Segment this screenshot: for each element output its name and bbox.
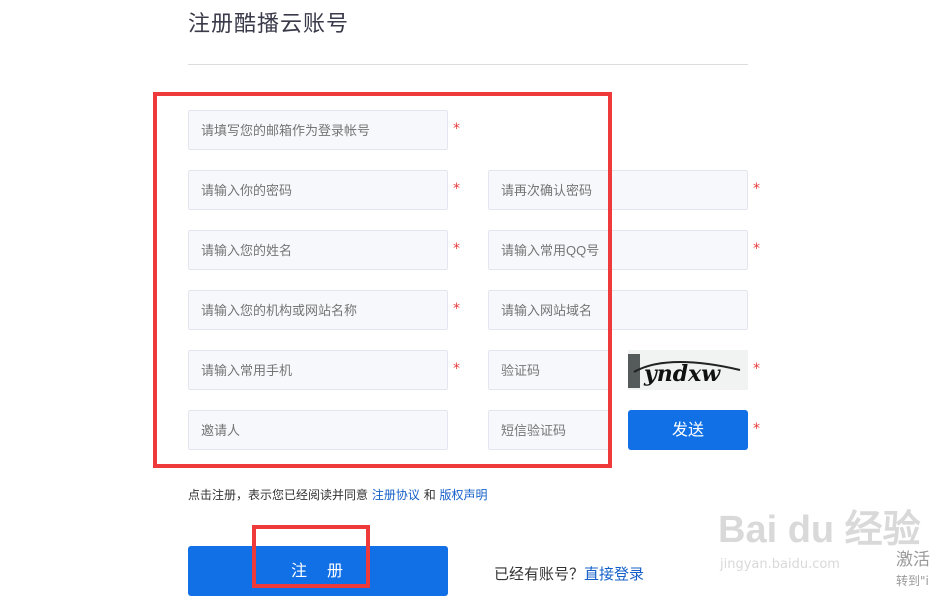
captcha-image[interactable]: yndxw <box>628 350 748 390</box>
activate-windows-line2: 转到"i <box>896 574 929 588</box>
required-mark: * <box>753 181 760 197</box>
copyright-link[interactable]: 版权声明 <box>440 488 488 502</box>
required-mark: * <box>753 421 760 437</box>
captcha-text: yndxw <box>643 361 721 387</box>
watermark-logo: Bai du 经验 <box>718 509 921 551</box>
agreement-and: 和 <box>423 488 436 502</box>
title-divider <box>188 64 748 65</box>
login-prompt: 已经有账号？直接登录 <box>494 563 644 584</box>
login-link[interactable]: 直接登录 <box>584 565 644 583</box>
activate-windows-line1: 激活 <box>896 550 930 570</box>
watermark-url: jingyan.baidu.com <box>720 557 840 572</box>
terms-link[interactable]: 注册协议 <box>372 488 420 502</box>
send-sms-button[interactable]: 发送 <box>628 410 748 450</box>
required-mark: * <box>753 241 760 257</box>
annotation-box-form <box>153 92 612 468</box>
login-prompt-text: 已经有账号？ <box>494 565 585 583</box>
required-mark: * <box>753 361 760 377</box>
annotation-box-register <box>252 525 370 588</box>
page-title: 注册酷播云账号 <box>188 12 350 37</box>
captcha-graphic: yndxw <box>628 350 748 390</box>
agreement-text: 点击注册，表示您已经阅读并同意 注册协议 和 版权声明 <box>188 486 488 503</box>
agreement-prefix: 点击注册，表示您已经阅读并同意 <box>188 488 369 502</box>
